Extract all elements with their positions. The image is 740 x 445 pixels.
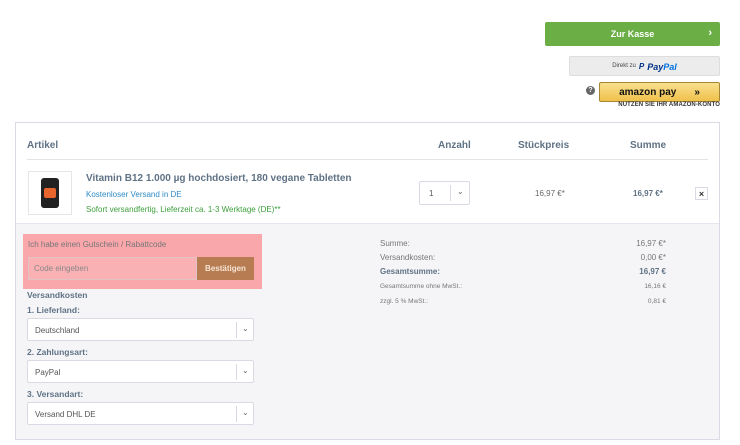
payment-value: PayPal [35, 368, 61, 377]
voucher-title: Ich habe einen Gutschein / Rabattcode [28, 240, 167, 249]
product-availability: Sofort versandfertig, Lieferzeit ca. 1-3… [86, 205, 281, 214]
quantity-divider [450, 185, 451, 201]
country-value: Deutschland [35, 326, 80, 335]
paypal-logo-icon: P [638, 61, 645, 71]
cart-footer: Ich habe einen Gutschein / Rabattcode Be… [16, 223, 719, 439]
checkout-button-label: Zur Kasse [610, 29, 655, 39]
chevron-right-icon: › [708, 27, 712, 39]
column-header-summe: Summe [630, 140, 667, 151]
shipping-method-value: Versand DHL DE [35, 410, 96, 419]
line-total: 16,97 €* [633, 189, 663, 198]
chevron-down-icon: ⌄ [242, 324, 249, 333]
chevron-down-icon: ⌄ [457, 187, 464, 196]
quantity-value: 1 [429, 189, 434, 198]
shipping-costs-heading: Versandkosten [27, 290, 88, 300]
double-chevron-icon: » [694, 86, 700, 98]
amazon-pay-button[interactable]: amazon pay » [599, 82, 720, 102]
quantity-select[interactable]: 1 ⌄ [419, 181, 470, 205]
shipping-method-label: 3. Versandart: [27, 389, 84, 399]
cart-panel: Artikel Anzahl Stückpreis Summe Vitamin … [15, 122, 720, 440]
remove-item-button[interactable]: × [695, 187, 708, 200]
voucher-code-input[interactable] [28, 257, 197, 280]
product-image[interactable] [28, 171, 72, 215]
unit-price: 16,97 €* [535, 189, 565, 198]
country-label: 1. Lieferland: [27, 305, 80, 315]
chevron-down-icon: ⌄ [242, 366, 249, 375]
checkout-button[interactable]: Zur Kasse › [545, 22, 720, 46]
product-name-link[interactable]: Vitamin B12 1.000 µg hochdosiert, 180 ve… [86, 173, 351, 184]
column-header-stueckpreis: Stückpreis [518, 140, 570, 151]
help-icon[interactable]: ? [586, 86, 595, 95]
select-divider [236, 406, 237, 422]
voucher-submit-button[interactable]: Bestätigen [197, 257, 254, 280]
payment-label: 2. Zahlungsart: [27, 347, 88, 357]
payment-select[interactable]: PayPal ⌄ [27, 360, 254, 383]
column-header-artikel: Artikel [27, 140, 59, 151]
paypal-button[interactable]: Direkt zu P PayPal [569, 56, 720, 76]
amazon-pay-subtext: NUTZEN SIE IHR AMAZON-KONTO [618, 102, 720, 108]
column-header-anzahl: Anzahl [438, 140, 471, 151]
select-divider [236, 322, 237, 338]
select-divider [236, 364, 237, 380]
supplement-bottle-icon [41, 178, 59, 208]
paypal-prefix: Direkt zu [612, 63, 636, 69]
amazon-pay-label: amazon pay [619, 86, 677, 98]
paypal-wordmark: PayPal [647, 62, 677, 72]
header-divider [27, 159, 708, 160]
chevron-down-icon: ⌄ [242, 408, 249, 417]
product-shipping-note: Kostenloser Versand in DE [86, 190, 182, 199]
country-select[interactable]: Deutschland ⌄ [27, 318, 254, 341]
shipping-method-select[interactable]: Versand DHL DE ⌄ [27, 402, 254, 425]
voucher-section: Ich habe einen Gutschein / Rabattcode Be… [23, 234, 262, 289]
